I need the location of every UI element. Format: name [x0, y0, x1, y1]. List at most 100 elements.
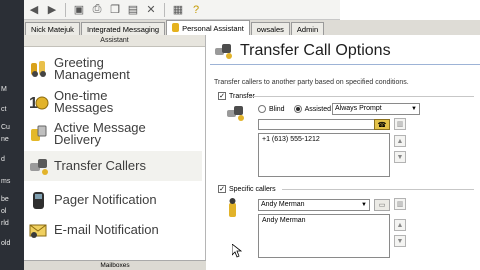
strip-text: ms — [1, 178, 11, 185]
toolbar-divider — [65, 2, 66, 17]
email-icon — [28, 219, 50, 241]
move-up-button[interactable]: ▲ — [394, 219, 406, 231]
copy-icon[interactable]: ❐ — [107, 2, 123, 18]
page-title: Transfer Call Options — [240, 41, 391, 59]
strip-text: rld — [1, 220, 9, 227]
strip-text: M — [1, 86, 7, 93]
menu-item-active-message-delivery[interactable]: Active Message Delivery — [24, 119, 202, 149]
tab-owsales[interactable]: owsales — [250, 22, 290, 35]
menu-item-pager-notification[interactable]: Pager Notification — [24, 185, 202, 215]
forward-icon[interactable]: ▶ — [44, 2, 60, 18]
transfer-number-list[interactable]: +1 (613) 555-1212 — [258, 133, 390, 177]
transfer-section-icon — [226, 103, 246, 123]
specific-callers-label: Specific callers — [229, 185, 276, 193]
transfer-icon — [28, 155, 50, 177]
assisted-radio[interactable] — [293, 105, 302, 113]
tab-personal-assistant[interactable]: Personal Assistant — [166, 20, 250, 35]
menu-item-greeting-management[interactable]: Greeting Management — [24, 53, 202, 85]
move-down-button[interactable]: ▼ — [394, 235, 406, 247]
menu-item-label: Greeting Management — [54, 55, 130, 82]
caller-select-value: Andy Merman — [261, 201, 305, 208]
tab-label: owsales — [256, 25, 284, 34]
one-time-icon: 1 — [28, 91, 50, 113]
tab-label: Nick Matejuk — [31, 25, 74, 34]
strip-text: ol — [1, 208, 7, 215]
title-bar: Transfer Call Options — [210, 37, 480, 65]
strip-text: be — [1, 196, 9, 203]
down-arrow-icon: ▼ — [396, 153, 404, 161]
up-arrow-icon: ▲ — [396, 221, 404, 229]
menu-item-label: Transfer Callers — [54, 158, 146, 173]
transfer-title-icon — [214, 41, 234, 61]
chevron-down-icon: ▼ — [361, 202, 367, 208]
delete-caller-button[interactable]: ▥ — [394, 198, 406, 210]
paste-icon[interactable]: ▤ — [125, 2, 141, 18]
toolbar: ◀ ▶ ▣ ⎙ ❐ ▤ ✕ ▦ ? — [24, 0, 340, 20]
phone-number-input[interactable] — [258, 119, 384, 130]
transfer-options-panel: Transfer Call Options Transfer callers t… — [210, 35, 480, 270]
save-icon[interactable]: ▣ — [71, 2, 87, 18]
print-icon[interactable]: ⎙ — [89, 2, 105, 18]
trash-icon: ▥ — [396, 201, 404, 208]
delivery-icon — [28, 123, 50, 145]
back-icon[interactable]: ◀ — [26, 2, 42, 18]
up-arrow-icon: ▲ — [396, 137, 404, 145]
prompt-select-value: Always Prompt — [335, 105, 382, 112]
menu-item-one-time-messages[interactable]: 1 One-time Messages — [24, 87, 202, 117]
mouse-cursor-icon — [231, 243, 243, 263]
mailboxes-bar[interactable]: Mailboxes — [24, 260, 206, 270]
prompt-select[interactable]: Always Prompt ▼ — [332, 103, 420, 115]
menu-item-label: One-time Messages — [54, 88, 114, 115]
toolbar-divider — [164, 2, 165, 17]
greeting-icon — [28, 58, 50, 80]
transfer-checkbox[interactable]: ✓ — [218, 92, 226, 100]
strip-text: old — [1, 240, 11, 247]
help-icon[interactable]: ? — [188, 2, 204, 18]
assistant-header: Assistant — [24, 35, 205, 47]
specific-callers-checkbox[interactable]: ✓ — [218, 185, 226, 193]
list-item[interactable]: +1 (613) 555-1212 — [262, 136, 386, 143]
caller-person-icon — [226, 197, 240, 219]
assistant-panel: Assistant Greeting Management 1 One-time… — [24, 35, 206, 270]
strip-text: d — [1, 156, 5, 163]
assisted-label: Assisted — [304, 105, 332, 113]
delete-icon[interactable]: ✕ — [143, 2, 159, 18]
tab-integrated-messaging[interactable]: Integrated Messaging — [80, 22, 166, 35]
tab-bar: Nick Matejuk Integrated Messaging Person… — [24, 20, 480, 35]
chevron-down-icon: ▼ — [411, 106, 417, 112]
strip-text: ne — [1, 136, 9, 143]
list-item[interactable]: Andy Merman — [262, 217, 386, 224]
move-up-button[interactable]: ▲ — [394, 135, 406, 147]
tab-admin[interactable]: Admin — [290, 22, 325, 35]
strip-text: Cu — [1, 124, 10, 131]
left-window-strip: M ct Cu ne d ms be ol rld old — [0, 0, 24, 270]
tab-label: Integrated Messaging — [86, 25, 160, 34]
menu-item-label: Pager Notification — [54, 192, 157, 207]
lookup-contact-button[interactable]: ☎ — [374, 119, 390, 130]
trash-icon: ▥ — [396, 121, 404, 128]
caller-select[interactable]: Andy Merman ▼ — [258, 199, 370, 211]
specific-callers-checkbox-row[interactable]: ✓ Specific callers — [218, 185, 276, 193]
description-text: Transfer callers to another party based … — [214, 79, 409, 86]
move-down-button[interactable]: ▼ — [394, 151, 406, 163]
pager-icon — [28, 189, 50, 211]
caller-list[interactable]: Andy Merman — [258, 214, 390, 258]
contact-icon: ☎ — [377, 121, 387, 129]
tab-nick-matejuk[interactable]: Nick Matejuk — [25, 22, 80, 35]
section-divider — [282, 189, 474, 190]
blind-radio[interactable] — [258, 105, 266, 113]
menu-item-transfer-callers[interactable]: Transfer Callers — [24, 151, 202, 181]
menu-item-email-notification[interactable]: E-mail Notification — [24, 215, 202, 245]
transfer-mode-group: Blind Assisted — [258, 105, 331, 113]
tab-label: Personal Assistant — [182, 24, 244, 33]
menu-item-label: Active Message Delivery — [54, 120, 146, 147]
blind-label: Blind — [269, 105, 285, 113]
strip-text: ct — [1, 106, 7, 113]
tab-label: Admin — [296, 25, 319, 34]
settings-icon[interactable]: ▦ — [170, 2, 186, 18]
delete-entry-button[interactable]: ▥ — [394, 118, 406, 130]
menu-item-label: E-mail Notification — [54, 222, 159, 237]
section-divider — [248, 96, 474, 97]
assistant-tab-icon — [172, 23, 180, 32]
add-caller-button[interactable]: ▭ — [374, 199, 390, 211]
